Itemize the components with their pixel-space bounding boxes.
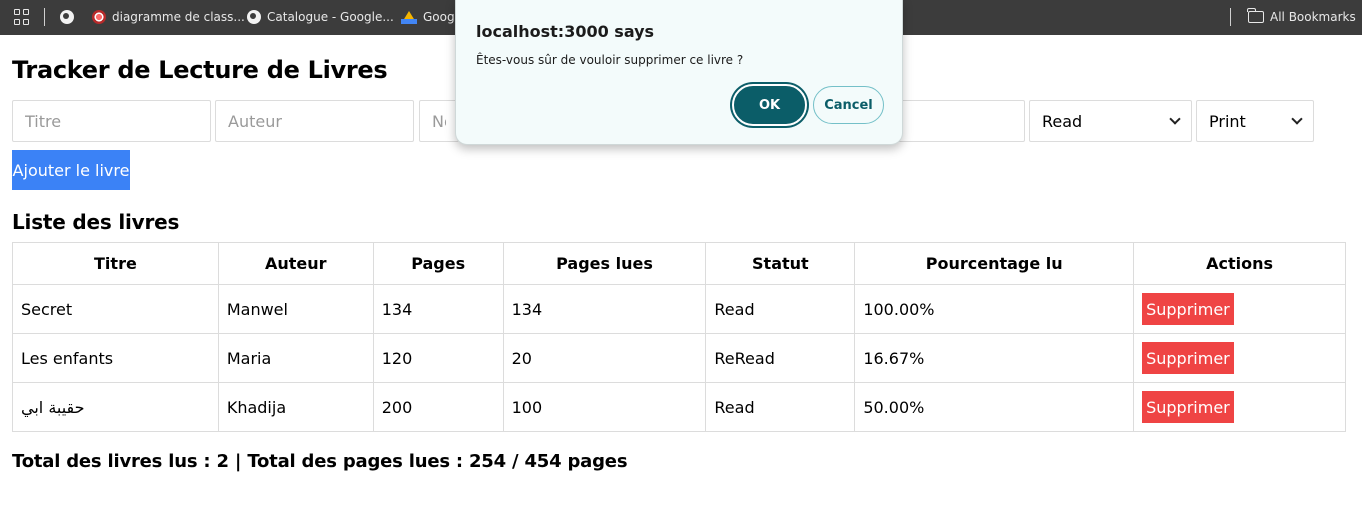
book-percent-cell: 50.00%	[854, 382, 1135, 432]
diagram-site-icon	[92, 10, 106, 24]
book-author-cell: Khadija	[217, 382, 374, 432]
ok-button[interactable]: OK	[732, 84, 807, 126]
chevron-down-icon	[1169, 113, 1181, 125]
pages-read-input[interactable]	[895, 100, 1025, 142]
table-header-row: Titre Auteur Pages Pages lues Statut Pou…	[12, 242, 1346, 285]
bookmark-google-drive[interactable]: Googl	[401, 7, 458, 27]
book-list-title: Liste des livres	[12, 210, 180, 234]
chevron-down-icon	[1291, 113, 1303, 125]
book-pages-read-cell: 134	[502, 284, 707, 334]
book-title-cell: Les enfants	[12, 333, 219, 383]
book-actions-cell: Supprimer	[1133, 382, 1346, 432]
book-pages-read-cell: 20	[502, 333, 707, 383]
bookmarks-divider	[44, 8, 45, 26]
bookmark-label: Googl	[423, 10, 458, 24]
bookmark-diagramme[interactable]: diagramme de class...	[92, 7, 245, 27]
cancel-button[interactable]: Cancel	[813, 86, 884, 124]
bookmarks-divider	[1230, 8, 1231, 26]
google-drive-icon	[401, 10, 417, 24]
confirm-dialog: localhost:3000 says Êtes-vous sûr de vou…	[455, 0, 903, 145]
all-bookmarks-button[interactable]: All Bookmarks	[1247, 7, 1356, 27]
book-title-cell: Secret	[12, 284, 219, 334]
table-row: Secret Manwel 134 134 Read 100.00% Suppr…	[12, 284, 1346, 334]
dialog-message: Êtes-vous sûr de vouloir supprimer ce li…	[476, 53, 744, 67]
title-input[interactable]	[12, 100, 211, 142]
add-book-button[interactable]: Ajouter le livre	[12, 150, 130, 190]
column-header: Auteur	[217, 242, 374, 285]
book-percent-cell: 100.00%	[854, 284, 1135, 334]
table-row: Les enfants Maria 120 20 ReRead 16.67% S…	[12, 333, 1346, 383]
book-pages-cell: 134	[372, 284, 504, 334]
folder-icon	[1247, 8, 1264, 23]
book-status-cell: Read	[705, 284, 856, 334]
bookmark-label: Catalogue - Google...	[267, 10, 394, 24]
column-header: Pages	[372, 242, 504, 285]
column-header: Actions	[1133, 242, 1346, 285]
book-status-cell: Read	[705, 382, 856, 432]
delete-book-button[interactable]: Supprimer	[1142, 342, 1234, 374]
column-header: Titre	[12, 242, 219, 285]
book-actions-cell: Supprimer	[1133, 284, 1346, 334]
bookmark-label: diagramme de class...	[112, 10, 245, 24]
book-pages-cell: 120	[372, 333, 504, 383]
book-actions-cell: Supprimer	[1133, 333, 1346, 383]
globe-icon	[247, 10, 261, 24]
book-title-cell: حقيبة ابي	[12, 382, 219, 432]
page-title: Tracker de Lecture de Livres	[12, 56, 388, 84]
format-select[interactable]: Print	[1196, 100, 1314, 142]
book-percent-cell: 16.67%	[854, 333, 1135, 383]
column-header: Pages lues	[502, 242, 707, 285]
pages-input[interactable]	[419, 100, 459, 142]
apps-grid-icon[interactable]	[14, 9, 30, 25]
reading-totals: Total des livres lus : 2 | Total des pag…	[12, 451, 628, 472]
globe-icon	[60, 10, 74, 24]
author-input[interactable]	[215, 100, 414, 142]
table-row: حقيبة ابي Khadija 200 100 Read 50.00% Su…	[12, 382, 1346, 432]
delete-book-button[interactable]: Supprimer	[1142, 391, 1234, 423]
books-table: Titre Auteur Pages Pages lues Statut Pou…	[12, 242, 1346, 432]
format-select-value: Print	[1209, 111, 1246, 131]
status-select-value: Read	[1042, 111, 1083, 131]
dialog-title: localhost:3000 says	[476, 22, 655, 41]
book-author-cell: Manwel	[217, 284, 374, 334]
book-pages-read-cell: 100	[502, 382, 707, 432]
book-author-cell: Maria	[217, 333, 374, 383]
all-bookmarks-label: All Bookmarks	[1270, 10, 1356, 24]
delete-book-button[interactable]: Supprimer	[1142, 293, 1234, 325]
bookmark-catalogue[interactable]: Catalogue - Google...	[247, 7, 394, 27]
column-header: Pourcentage lu	[854, 242, 1135, 285]
book-pages-cell: 200	[372, 382, 504, 432]
book-status-cell: ReRead	[705, 333, 856, 383]
column-header: Statut	[705, 242, 856, 285]
status-select[interactable]: Read	[1029, 100, 1192, 142]
bookmark-globe[interactable]	[60, 7, 74, 27]
